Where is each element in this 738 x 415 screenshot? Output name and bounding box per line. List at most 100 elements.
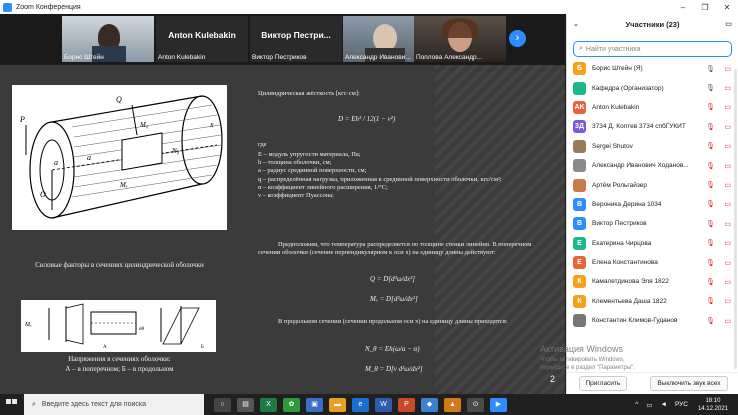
tray-chevron-icon[interactable]: ^ [635, 401, 638, 408]
camera-off-icon[interactable]: ▭ [724, 103, 731, 111]
avatar: 3Д [573, 120, 586, 134]
thumbnail-viktor[interactable]: Виктор Пестри... Виктор Пестриков [250, 16, 342, 62]
camera-off-icon[interactable]: ▭ [724, 65, 731, 73]
language-indicator[interactable]: РУС [675, 401, 688, 408]
participant-row[interactable]: Е Екатерина Чирцова 🎙 ▭ [567, 234, 738, 253]
participant-row[interactable]: Константин Климов-Гуданов 🎙 ▭ [567, 311, 738, 330]
avatar: В [573, 217, 586, 231]
shared-screen-slide: Q P M₀ Mₓ N₀ x a O a Силовые факторы в с… [0, 65, 565, 394]
participant-name: Елена Константинова [592, 259, 658, 267]
participant-name: Борис Штейн (Я) [592, 65, 643, 73]
close-button[interactable]: ✕ [716, 3, 738, 12]
definitions-list: E – модуль упругости материала, Па; h – … [258, 151, 553, 200]
popout-window-icon[interactable]: ▭ [725, 20, 732, 28]
camera-off-icon[interactable]: ▭ [724, 317, 731, 325]
svg-text:O: O [40, 190, 46, 199]
camera-off-icon[interactable]: ▭ [724, 297, 731, 305]
zoom-taskbar-icon[interactable]: ▶ [490, 397, 507, 412]
participant-row[interactable]: Sergei Shutov 🎙 ▭ [567, 137, 738, 156]
camera-off-icon[interactable]: ▭ [724, 162, 731, 170]
participant-row[interactable]: В Виктор Пестриков 🎙 ▭ [567, 214, 738, 233]
windows-activation-text: Чтобы активировать Windows, перейдите в … [540, 357, 635, 371]
participant-name: Кафедра (Организатор) [592, 84, 664, 92]
microphone-muted-icon[interactable]: 🎙 [706, 317, 715, 325]
next-page-button[interactable]: › [509, 30, 526, 47]
camera-off-icon[interactable]: ▭ [724, 278, 731, 286]
excel-icon[interactable]: X [260, 397, 277, 412]
camera-off-icon[interactable]: ▭ [724, 220, 731, 228]
participant-row[interactable]: Александр Иванович Ходанов... 🎙 ▭ [567, 156, 738, 175]
minimize-button[interactable]: – [672, 3, 694, 12]
powerpoint-icon[interactable]: P [398, 397, 415, 412]
app-icon[interactable]: ▣ [306, 397, 323, 412]
camera-off-icon[interactable]: ▭ [724, 142, 731, 150]
clock[interactable]: 18:10 14.12.2021 [698, 397, 728, 413]
microphone-muted-icon[interactable]: 🎙 [706, 297, 715, 305]
camera-off-icon[interactable]: ▭ [724, 123, 731, 131]
microphone-icon[interactable]: 🎙 [706, 84, 715, 92]
microphone-muted-icon[interactable]: 🎙 [706, 239, 715, 247]
app-icon[interactable]: ✿ [283, 397, 300, 412]
invite-button[interactable]: Пригласить [578, 376, 628, 391]
scrollbar[interactable] [734, 69, 737, 369]
maximize-button[interactable]: ❐ [694, 3, 716, 12]
svg-text:А: А [103, 345, 107, 350]
formula-q: Q = D[d³ω/dx³] [370, 275, 415, 283]
app-icon[interactable]: ⊙ [467, 397, 484, 412]
microphone-muted-icon[interactable]: 🎙 [706, 181, 715, 189]
edge-icon[interactable]: e [352, 397, 369, 412]
svg-text:M₀: M₀ [139, 121, 149, 129]
microphone-muted-icon[interactable]: 🎙 [706, 162, 715, 170]
participant-name: Клементьева Даша 1822 [592, 297, 667, 305]
thumbnail-poplova[interactable]: Поплова Александр... [414, 16, 506, 62]
thumbnail-anton[interactable]: Anton Kulebakin Anton Kulebakin [156, 16, 248, 62]
slide-title: Цилиндрическая жёсткость [кгс·см]: [258, 90, 360, 97]
mute-all-button[interactable]: Выключить звук всех [650, 376, 728, 391]
volume-icon[interactable]: ◄ [661, 401, 667, 408]
search-icon: ⌕ [579, 45, 583, 52]
file-explorer-icon[interactable]: ▬ [329, 397, 346, 412]
participant-row[interactable]: AK Anton Kulebakin 🎙 ▭ [567, 98, 738, 117]
thumbnail-name: Anton Kulebakin [158, 54, 206, 61]
window-title: Zoom Конференция [16, 3, 81, 11]
camera-off-icon[interactable]: ▭ [724, 200, 731, 208]
participant-row[interactable]: Б Борис Штейн (Я) 🎙 ▭ [567, 59, 738, 78]
camera-off-icon[interactable]: ▭ [724, 239, 731, 247]
microphone-muted-icon[interactable]: 🎙 [706, 220, 715, 228]
participant-name: Виктор Пестриков [592, 220, 647, 228]
microphone-muted-icon[interactable]: 🎙 [706, 278, 715, 286]
participant-row[interactable]: К Клементьева Даша 1822 🎙 ▭ [567, 292, 738, 311]
participant-row[interactable]: Кафедра (Организатор) 🎙 ▭ [567, 78, 738, 97]
stress-diagram: Mₓ А Б σθ [21, 300, 216, 352]
app-icon[interactable]: ◆ [421, 397, 438, 412]
microphone-icon[interactable]: 🎙 [706, 65, 715, 73]
avatar: AK [573, 100, 586, 114]
participant-search-input[interactable]: ⌕ Найти участника [573, 41, 732, 57]
camera-off-icon[interactable]: ▭ [724, 259, 731, 267]
formula-m-theta: M_θ = D[ν d²ω/dx²] [365, 365, 423, 373]
microphone-muted-icon[interactable]: 🎙 [706, 200, 715, 208]
task-manager-icon[interactable]: ▤ [237, 397, 254, 412]
task-view-icon[interactable]: ○ [214, 397, 231, 412]
microphone-muted-icon[interactable]: 🎙 [706, 103, 715, 111]
app-icon[interactable]: ▲ [444, 397, 461, 412]
thumbnail-name: Поплова Александр... [416, 54, 483, 61]
participant-row[interactable]: Артём Рольгайзер 🎙 ▭ [567, 175, 738, 194]
windows-start-icon[interactable] [6, 399, 17, 404]
taskbar-search-box[interactable]: ⌕ Введите здесь текст для поиска [24, 394, 204, 415]
participant-name: Константин Климов-Гуданов [592, 317, 678, 325]
microphone-muted-icon[interactable]: 🎙 [706, 259, 715, 267]
participant-row[interactable]: К Камалетдинова Эля 1822 🎙 ▭ [567, 272, 738, 291]
camera-off-icon[interactable]: ▭ [724, 84, 731, 92]
thumbnail-boris[interactable]: Борис Штейн [62, 16, 154, 62]
participant-row[interactable]: 3Д 3734 Д. Коптев 3734 спбГУКИТ 🎙 ▭ [567, 117, 738, 136]
chevron-down-icon[interactable]: ⌄ [573, 20, 579, 28]
network-icon[interactable]: ▭ [646, 401, 652, 409]
microphone-muted-icon[interactable]: 🎙 [706, 142, 715, 150]
participant-row[interactable]: Е Елена Константинова 🎙 ▭ [567, 253, 738, 272]
microphone-muted-icon[interactable]: 🎙 [706, 123, 715, 131]
thumbnail-name: Виктор Пестриков [252, 54, 307, 61]
participant-row[interactable]: В Вероника Дерина 1034 🎙 ▭ [567, 195, 738, 214]
camera-off-icon[interactable]: ▭ [724, 181, 731, 189]
word-icon[interactable]: W [375, 397, 392, 412]
